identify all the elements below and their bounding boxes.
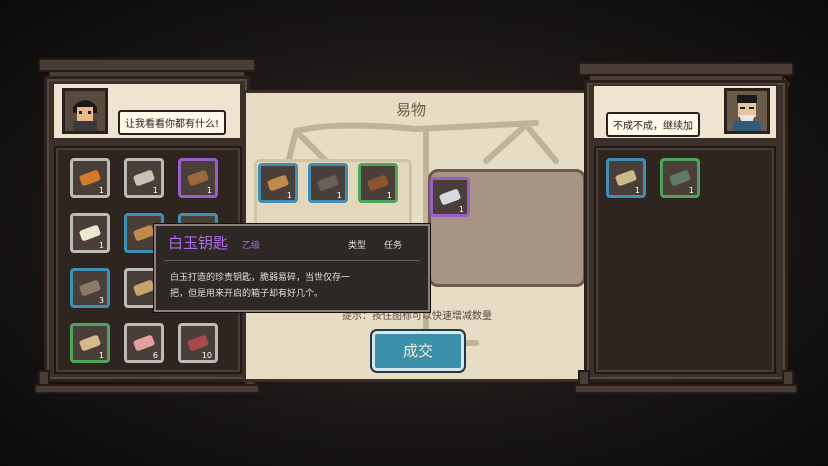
offer-slot[interactable]: 1 (308, 163, 348, 203)
right-npc-avatar (724, 88, 770, 134)
tooltip-item-grade: 乙级 (242, 241, 261, 251)
request-slot[interactable]: 1 (430, 177, 470, 217)
offer-slot[interactable]: 1 (258, 163, 298, 203)
item-count: 1 (152, 186, 158, 195)
right-npc-name: 村长 (694, 95, 713, 105)
cloth-bundle-icon (132, 279, 156, 297)
item-count: 1 (286, 191, 292, 200)
item-count: 1 (206, 186, 212, 195)
jade-key-icon (438, 188, 462, 206)
scroll-map-icon (614, 169, 638, 187)
raw-meat-icon (132, 334, 156, 352)
item-count: 1 (98, 351, 104, 360)
left-inventory-slot[interactable]: 1 (178, 158, 218, 198)
right-inventory-slot[interactable]: 1 (606, 158, 646, 198)
left-inventory-slot[interactable]: 6 (124, 323, 164, 363)
brown-meat-icon (186, 334, 210, 352)
ore-block-icon (668, 169, 692, 187)
spider-icon (316, 174, 340, 192)
right-inventory-slot[interactable]: 1 (660, 158, 700, 198)
item-count: 6 (152, 351, 158, 360)
left-npc-name: 小虾米 (118, 93, 146, 103)
item-count: 1 (98, 241, 104, 250)
item-count: 1 (98, 186, 104, 195)
item-count: 1 (386, 191, 392, 200)
tooltip-type-label: 类型 (348, 241, 367, 251)
left-npc-speech: 让我看看你都有什么! (118, 110, 227, 135)
item-count: 1 (634, 186, 640, 195)
torch-icon (78, 169, 102, 187)
left-inventory-slot[interactable]: 1 (70, 323, 110, 363)
left-inventory-slot[interactable]: 1 (70, 213, 110, 253)
left-inventory-slot[interactable]: 1 (70, 158, 110, 198)
tooltip-desc-line-1: 白玉打造的珍贵钥匙，脆弱易碎，当世仅存一 (170, 273, 351, 283)
peanuts-icon (78, 334, 102, 352)
left-inventory-slot[interactable]: 1 (124, 158, 164, 198)
confirm-trade-label: 成交 (402, 342, 433, 360)
scorpion-icon (266, 174, 290, 192)
tooltip-item-name: 白玉钥匙 (168, 234, 229, 252)
scorpion-icon (132, 224, 156, 242)
left-npc-avatar (62, 88, 108, 134)
tooltip-type-value: 任务 (384, 241, 403, 251)
bucket-icon (366, 174, 390, 192)
bead-chain-icon (78, 279, 102, 297)
item-count: 1 (336, 191, 342, 200)
offer-slot[interactable]: 1 (358, 163, 398, 203)
rice-pile-icon (78, 224, 102, 242)
item-count: 1 (688, 186, 694, 195)
left-inventory-slot[interactable]: 10 (178, 323, 218, 363)
gear-wrench-icon (132, 169, 156, 187)
staff-icon (186, 169, 210, 187)
confirm-trade-button[interactable]: 成交 (372, 331, 464, 371)
left-inventory-slot[interactable]: 3 (70, 268, 110, 308)
item-tooltip: 白玉钥匙 乙级 类型 任务 白玉打造的珍贵钥匙，脆弱易碎，当世仅存一 把，但是用… (154, 224, 430, 312)
item-count: 10 (201, 351, 212, 360)
item-count: 3 (98, 296, 104, 305)
right-npc-speech: 不成不成，继续加 (606, 112, 700, 137)
item-count: 1 (458, 205, 464, 214)
tooltip-desc-line-2: 把，但是用来开启的箱子却有好几个。 (170, 289, 324, 299)
